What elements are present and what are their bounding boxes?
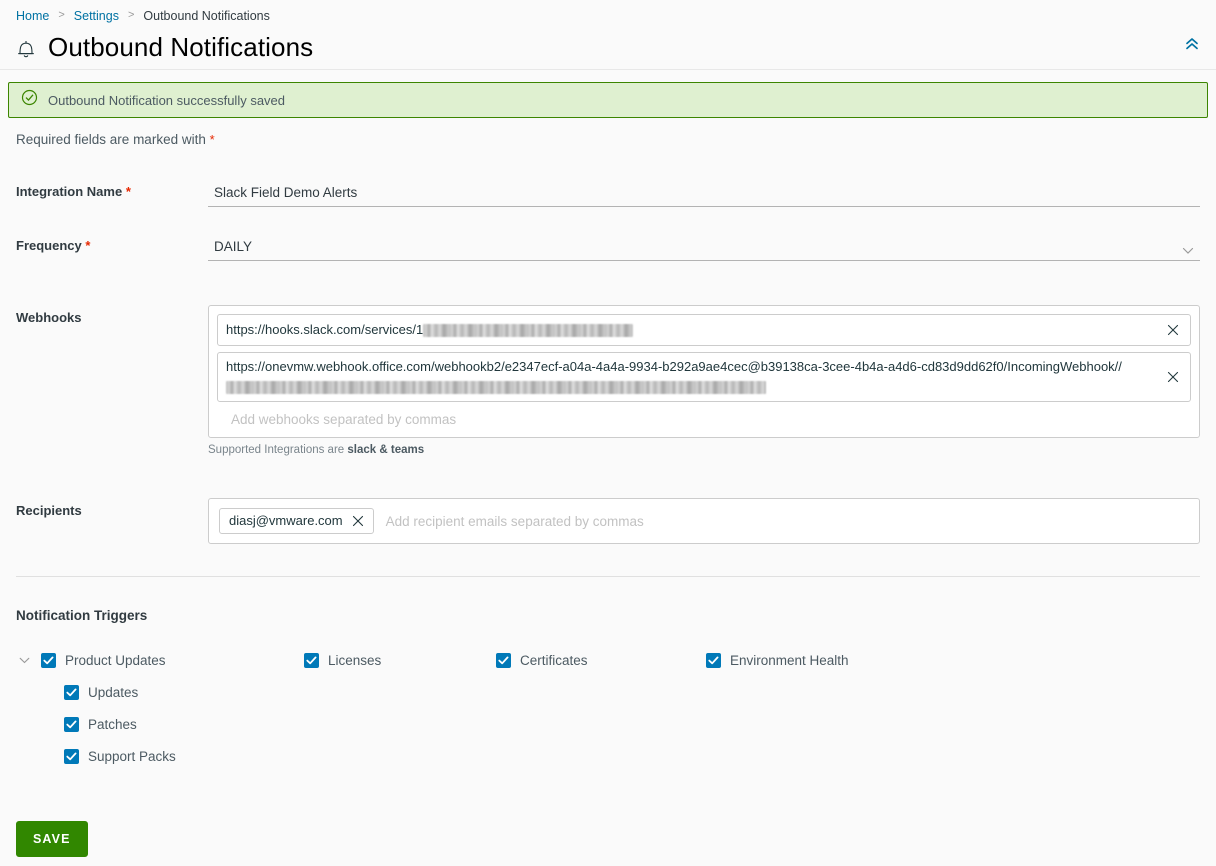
frequency-value: DAILY — [208, 239, 252, 254]
trigger-support-packs[interactable]: Support Packs — [64, 745, 304, 767]
integration-name-row: Integration Name * Slack Field Demo Aler… — [16, 179, 1200, 219]
trigger-label-certificates: Certificates — [520, 653, 588, 668]
breadcrumb-separator: > — [128, 10, 134, 21]
trigger-environment-health[interactable]: Environment Health — [706, 649, 966, 671]
redacted-token — [226, 381, 766, 394]
close-icon[interactable] — [347, 510, 369, 532]
close-icon[interactable] — [1162, 366, 1184, 388]
frequency-control: DAILY — [208, 233, 1200, 261]
recipient-chip-text: diasj@vmware.com — [229, 511, 343, 531]
bell-icon — [14, 35, 38, 61]
trigger-column-product-updates: Product Updates Updates Patches — [16, 649, 304, 777]
checkbox-licenses[interactable] — [304, 653, 319, 668]
required-marker: * — [85, 238, 90, 253]
frequency-select[interactable]: DAILY — [208, 233, 1200, 261]
save-button[interactable]: SAVE — [16, 821, 88, 857]
trigger-column-licenses: Licenses — [304, 649, 496, 777]
checkbox-updates[interactable] — [64, 685, 79, 700]
label-text: Integration Name — [16, 184, 122, 199]
trigger-label-patches: Patches — [88, 717, 137, 732]
integration-name-label: Integration Name * — [16, 179, 208, 199]
page-title: Outbound Notifications — [48, 32, 313, 63]
integration-name-input[interactable]: Slack Field Demo Alerts — [208, 179, 1200, 207]
integration-name-value: Slack Field Demo Alerts — [208, 185, 357, 200]
notification-triggers-heading: Notification Triggers — [16, 608, 1216, 623]
trigger-column-certificates: Certificates — [496, 649, 706, 777]
webhooks-input[interactable]: Add webhooks separated by commas — [217, 408, 1191, 431]
outbound-notification-form: Integration Name * Slack Field Demo Aler… — [0, 179, 1216, 544]
required-marker: * — [126, 184, 131, 199]
integration-name-control: Slack Field Demo Alerts — [208, 179, 1200, 207]
label-text: Webhooks — [16, 310, 82, 325]
recipients-row: Recipients diasj@vmware.com Add recipien… — [16, 498, 1200, 544]
trigger-label-updates: Updates — [88, 685, 138, 700]
page-header: Outbound Notifications — [0, 26, 1216, 70]
trigger-label-support-packs: Support Packs — [88, 749, 176, 764]
label-text: Frequency — [16, 238, 82, 253]
success-alert: Outbound Notification successfully saved — [8, 82, 1208, 118]
double-chevron-up-icon — [1183, 35, 1201, 58]
collapse-panel-button[interactable] — [1180, 34, 1204, 58]
trigger-licenses[interactable]: Licenses — [304, 649, 496, 671]
required-fields-note: Required fields are marked with * — [16, 132, 1216, 147]
notification-triggers-group: Product Updates Updates Patches — [0, 649, 1216, 777]
webhooks-help-text: Supported Integrations are slack & teams — [208, 444, 1200, 456]
breadcrumb-settings[interactable]: Settings — [74, 9, 119, 23]
webhooks-chip-container[interactable]: https://hooks.slack.com/services/1 https… — [208, 305, 1200, 438]
trigger-column-environment-health: Environment Health — [706, 649, 966, 777]
help-bold: slack & teams — [347, 444, 424, 456]
trigger-certificates[interactable]: Certificates — [496, 649, 706, 671]
alert-message: Outbound Notification successfully saved — [48, 93, 285, 108]
breadcrumb-separator: > — [58, 10, 64, 21]
required-note-text: Required fields are marked with — [16, 132, 206, 147]
trigger-updates[interactable]: Updates — [64, 681, 304, 703]
checkbox-product-updates[interactable] — [41, 653, 56, 668]
trigger-label-product-updates: Product Updates — [65, 653, 166, 668]
checkbox-support-packs[interactable] — [64, 749, 79, 764]
trigger-product-updates[interactable]: Product Updates — [16, 649, 304, 671]
help-prefix: Supported Integrations are — [208, 444, 344, 456]
trigger-label-licenses: Licenses — [328, 653, 381, 668]
webhook-chip-text: https://hooks.slack.com/services/1 — [226, 320, 1158, 340]
close-icon[interactable] — [1162, 319, 1184, 341]
redacted-token — [423, 324, 633, 337]
success-check-circle-icon — [21, 89, 38, 111]
trigger-patches[interactable]: Patches — [64, 713, 304, 735]
recipients-input[interactable]: Add recipient emails separated by commas — [386, 514, 644, 529]
webhook-chip-text: https://onevmw.webhook.office.com/webhoo… — [226, 357, 1158, 397]
recipients-label: Recipients — [16, 498, 208, 518]
breadcrumb-home[interactable]: Home — [16, 9, 49, 23]
webhooks-control: https://hooks.slack.com/services/1 https… — [208, 305, 1200, 456]
recipient-chip: diasj@vmware.com — [219, 508, 374, 534]
checkbox-patches[interactable] — [64, 717, 79, 732]
label-text: Recipients — [16, 503, 82, 518]
frequency-row: Frequency * DAILY — [16, 233, 1200, 273]
webhooks-row: Webhooks https://hooks.slack.com/service… — [16, 305, 1200, 456]
recipients-chip-container[interactable]: diasj@vmware.com Add recipient emails se… — [208, 498, 1200, 544]
webhooks-label: Webhooks — [16, 305, 208, 325]
trigger-label-environment-health: Environment Health — [730, 653, 849, 668]
trigger-columns: Product Updates Updates Patches — [16, 649, 1216, 777]
chevron-down-icon — [1182, 242, 1194, 260]
section-divider — [16, 576, 1200, 577]
checkbox-environment-health[interactable] — [706, 653, 721, 668]
webhook-chip: https://hooks.slack.com/services/1 — [217, 314, 1191, 346]
recipients-control: diasj@vmware.com Add recipient emails se… — [208, 498, 1200, 544]
breadcrumb: Home > Settings > Outbound Notifications — [0, 0, 1216, 26]
breadcrumb-current: Outbound Notifications — [143, 9, 269, 23]
checkbox-certificates[interactable] — [496, 653, 511, 668]
chevron-down-icon[interactable] — [16, 657, 32, 664]
required-marker: * — [210, 132, 215, 147]
webhook-chip: https://onevmw.webhook.office.com/webhoo… — [217, 352, 1191, 402]
frequency-label: Frequency * — [16, 233, 208, 253]
